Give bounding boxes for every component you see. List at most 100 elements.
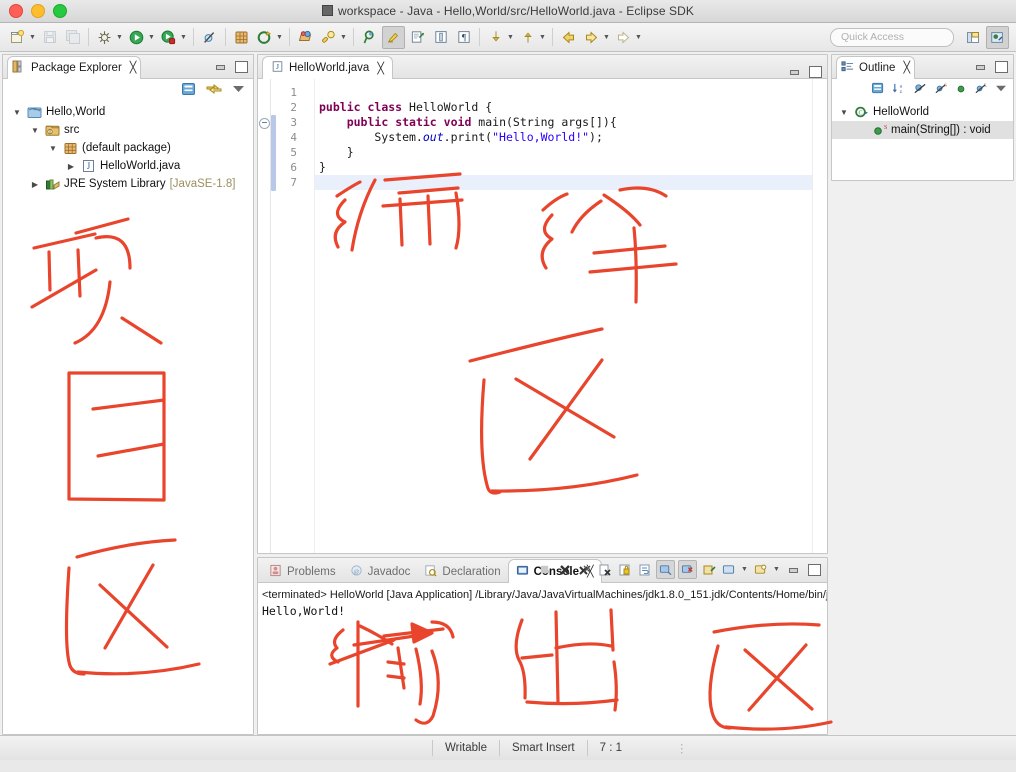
chevron-down-icon[interactable]: ▼	[602, 27, 611, 48]
minimize-icon[interactable]	[974, 61, 987, 73]
hide-local-types-icon[interactable]: L	[974, 82, 988, 98]
show-on-error-icon[interactable]	[678, 560, 697, 579]
editor-tab-bar[interactable]: J HelloWorld.java ╳	[258, 55, 827, 79]
package-explorer-window-controls[interactable]	[214, 60, 248, 73]
zoom-button[interactable]	[53, 4, 67, 18]
toolbar-new-class[interactable]: ▼	[253, 25, 285, 49]
maximize-icon[interactable]	[808, 563, 821, 576]
console-output[interactable]: <terminated> HelloWorld [Java Applicatio…	[258, 583, 827, 734]
display-console-icon[interactable]	[720, 561, 737, 578]
show-on-output-icon[interactable]	[656, 560, 675, 579]
toolbar-coverage[interactable]: ▼	[157, 25, 189, 49]
toolbar-previous-annotation[interactable]: ▼	[516, 25, 548, 49]
java-perspective-icon[interactable]	[986, 25, 1009, 49]
toolbar-new-package[interactable]	[230, 25, 253, 49]
outline-window-controls[interactable]	[974, 60, 1008, 73]
quick-access-input[interactable]: Quick Access	[830, 27, 954, 47]
toolbar-open-perspective[interactable]	[962, 25, 985, 49]
toolbar-mark-occurrences[interactable]	[381, 25, 406, 49]
open-perspective-icon[interactable]	[963, 27, 984, 48]
outline-tree[interactable]: ▼ C HelloWorld S main(String[]): void	[832, 101, 1013, 180]
scroll-lock-icon[interactable]	[616, 561, 633, 578]
hide-non-public-icon[interactable]	[955, 83, 967, 98]
new-class-icon[interactable]	[254, 27, 275, 48]
tree-item-src[interactable]: ▼ src	[3, 121, 253, 139]
pilcrow-icon[interactable]: ¶	[453, 27, 474, 48]
outline-toolbar[interactable]: a z S L	[832, 79, 1013, 101]
package-explorer-toolbar[interactable]	[3, 79, 253, 101]
remove-all-icon[interactable]	[576, 561, 593, 578]
chevron-down-icon[interactable]: ▼	[506, 27, 515, 48]
debug-bug-icon[interactable]	[94, 27, 115, 48]
new-file-icon[interactable]	[7, 27, 28, 48]
close-icon[interactable]: ╳	[903, 62, 910, 73]
toolbar-open-task[interactable]	[358, 25, 381, 49]
run-play-icon[interactable]	[126, 27, 147, 48]
console-tab-bar[interactable]: Problems @ Javadoc Declaration Console ╳…	[258, 558, 827, 583]
close-icon[interactable]: ╳	[377, 63, 384, 74]
chevron-down-icon[interactable]: ▼	[115, 27, 124, 48]
view-menu-icon[interactable]	[995, 84, 1007, 96]
console-toolbar[interactable]: ▼ ▼	[536, 559, 823, 580]
block-selection-icon[interactable]	[430, 27, 451, 48]
toolbar-next-annotation[interactable]: ▼	[484, 25, 516, 49]
terminate-icon[interactable]	[536, 561, 553, 578]
maximize-icon[interactable]	[809, 66, 822, 78]
toolbar-save[interactable]	[38, 25, 61, 49]
fold-toggle-icon[interactable]	[259, 118, 270, 129]
chevron-down-icon[interactable]: ▼	[28, 27, 37, 48]
chevron-down-icon[interactable]: ▼	[47, 144, 59, 153]
toolbar-new-wizard[interactable]: ▼	[6, 25, 38, 49]
task-icon[interactable]	[359, 27, 380, 48]
toolbar-skip-breakpoints[interactable]	[198, 25, 221, 49]
tree-item-helloworld-java[interactable]: ▶ J HelloWorld.java	[3, 157, 253, 175]
chevron-down-icon[interactable]: ▼	[147, 27, 156, 48]
remove-launch-icon[interactable]	[556, 561, 573, 578]
save-all-icon[interactable]	[62, 27, 83, 48]
hide-static-icon[interactable]: S	[934, 82, 948, 98]
open-console-icon[interactable]	[752, 561, 769, 578]
open-type-icon[interactable]	[295, 27, 316, 48]
toolbar-back[interactable]	[557, 25, 580, 49]
toolbar-link-editor[interactable]	[406, 25, 429, 49]
collapse-all-icon[interactable]	[181, 82, 196, 99]
search-icon[interactable]	[318, 27, 339, 48]
toolbar-show-whitespace[interactable]: ¶	[452, 25, 475, 49]
forward-arrow-icon[interactable]	[581, 27, 602, 48]
tab-declaration[interactable]: Declaration	[417, 560, 507, 583]
minimize-button[interactable]	[31, 4, 45, 18]
chevron-down-icon[interactable]: ▼	[11, 108, 23, 117]
toolbar-open-type[interactable]	[294, 25, 317, 49]
outline-item-method[interactable]: S main(String[]) : void	[832, 121, 1013, 139]
main-toolbar[interactable]: ▼ ▼ ▼ ▼ ▼ ▼ ¶ ▼ ▼ ▼ ▼ Quick Access	[0, 23, 1016, 52]
chevron-right-icon[interactable]: ▶	[29, 180, 41, 189]
tab-outline[interactable]: Outline ╳	[836, 55, 916, 79]
coverage-icon[interactable]	[158, 27, 179, 48]
toolbar-save-all[interactable]	[61, 25, 84, 49]
back-arrow-icon[interactable]	[558, 27, 579, 48]
tree-item-project[interactable]: ▼ Hello,World	[3, 103, 253, 121]
tab-javadoc[interactable]: @ Javadoc	[343, 560, 418, 583]
sort-az-icon[interactable]: a z	[892, 82, 906, 98]
code-text[interactable]: public class HelloWorld { public static …	[315, 79, 812, 553]
tree-item-jre-library[interactable]: ▶ JRE System Library [JavaSE-1.8]	[3, 175, 253, 193]
highlighter-icon[interactable]	[382, 25, 405, 49]
annotation-ruler[interactable]	[258, 79, 271, 553]
link-with-editor-icon[interactable]	[206, 82, 222, 99]
chevron-down-icon[interactable]: ▼	[538, 27, 547, 48]
hide-fields-icon[interactable]	[913, 82, 927, 98]
maximize-icon[interactable]	[995, 60, 1008, 73]
close-button[interactable]	[9, 4, 23, 18]
chevron-down-icon[interactable]: ▼	[740, 559, 749, 580]
skip-breakpoints-icon[interactable]	[199, 27, 220, 48]
chevron-down-icon[interactable]: ▼	[634, 27, 643, 48]
chevron-down-icon[interactable]: ▼	[339, 27, 348, 48]
tab-package-explorer[interactable]: Package Explorer ╳	[7, 55, 142, 79]
chevron-down-icon[interactable]: ▼	[772, 559, 781, 580]
package-explorer-tree[interactable]: ▼ Hello,World ▼ src ▼ (default package) …	[3, 101, 253, 734]
tab-helloworld-java[interactable]: J HelloWorld.java ╳	[262, 56, 393, 79]
minimize-icon[interactable]	[787, 564, 800, 576]
toolbar-last-edit[interactable]: ▼	[612, 25, 644, 49]
link-editor-icon[interactable]	[407, 27, 428, 48]
minimize-icon[interactable]	[214, 61, 227, 73]
